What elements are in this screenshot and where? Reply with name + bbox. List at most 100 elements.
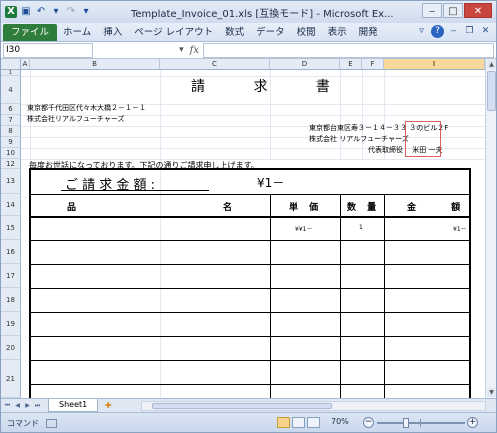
scroll-down-icon[interactable]: ▼ [487,388,496,397]
fx-icon[interactable]: fx [190,45,199,56]
tab-developer[interactable]: 開発 [353,24,384,41]
help-icon[interactable]: ? [431,25,444,38]
table-row-divider [29,336,471,337]
zoom-slider[interactable] [377,422,465,424]
column-header-b[interactable]: B [30,59,160,70]
normal-view-button[interactable] [277,417,290,428]
row-header[interactable]: 14 [1,194,21,216]
zoom-in-button[interactable]: + [467,417,478,428]
tab-data[interactable]: データ [250,24,291,41]
tab-home[interactable]: ホーム [57,24,97,41]
tab-formulas[interactable]: 数式 [219,24,250,41]
table-row-divider [29,384,471,385]
customer-name: 株式会社リアルフューチャーズ [27,115,125,123]
ribbon-tabs: ファイル ホーム 挿入 ページ レイアウト 数式 データ 校閲 表示 開発 ▿ … [1,23,496,42]
tab-review[interactable]: 校閲 [291,24,322,41]
row-header[interactable]: 17 [1,264,21,288]
sheet-area[interactable]: 請 求 書 東京都千代田区代々木大橋２－１－１ 株式会社リアルフューチャーズ 東… [21,70,485,398]
customize-icon[interactable]: ▾ [80,6,92,18]
table-row-divider [29,288,471,289]
row-header[interactable]: 16 [1,240,21,264]
maximize-button[interactable]: □ [443,3,463,18]
redo-icon[interactable]: ↷ [65,6,77,18]
spreadsheet-grid[interactable]: A B C D E F G H I 1 4 6 7 8 9 10 12 13 1… [1,59,496,398]
row-header[interactable]: 4 [1,76,21,104]
prev-sheet-icon[interactable]: ◀ [13,401,22,410]
namebox-dropdown-icon[interactable]: ▾ [179,45,184,55]
zoom-level[interactable]: 70% [331,417,349,426]
row-header[interactable]: 18 [1,288,21,312]
column-header-c[interactable]: C [160,59,270,70]
select-all-corner[interactable] [1,59,21,70]
line1-unit-price: ¥¥1－ [295,226,313,233]
next-sheet-icon[interactable]: ▶ [23,401,32,410]
window-min-icon[interactable]: ‒ [447,25,460,38]
row-header[interactable]: 19 [1,312,21,336]
line1-amount: ¥1－ [453,226,467,233]
sheet-tab-sheet1[interactable]: Sheet1 [48,399,99,412]
sender-name: 株式会社 リアルフューチャーズ [309,135,409,143]
table-divider [29,194,471,195]
vertical-scroll-thumb[interactable] [487,71,496,111]
row-header[interactable]: 6 [1,104,21,115]
insert-sheet-icon[interactable]: ✚ [101,400,115,411]
quick-access-toolbar: X ▣ ↶ ▾ ↷ ▾ [5,5,92,19]
header-quantity: 数 量 [347,203,381,213]
invoice-title: 請 求 書 [191,79,352,95]
column-header-d[interactable]: D [270,59,340,70]
window-title: Template_Invoice_01.xls [互換モード] - Micros… [131,9,394,20]
minimize-button[interactable]: ‒ [422,3,442,18]
horizontal-scrollbar[interactable] [141,401,486,411]
formula-input[interactable] [203,42,494,58]
table-col-divider [270,194,271,398]
column-header-e[interactable]: E [340,59,362,70]
page-break-view-button[interactable] [307,417,320,428]
row-header[interactable]: 21 [1,360,21,398]
window-restore-icon[interactable]: ❐ [463,25,476,38]
column-header-i[interactable]: I [384,59,485,70]
ribbon-collapse-icon[interactable]: ▿ [415,25,428,38]
view-buttons [277,417,320,428]
column-header-a[interactable]: A [21,59,30,70]
status-left: コマンド [7,418,57,429]
zoom-out-button[interactable]: − [363,417,374,428]
invoice-table-border [29,168,471,398]
excel-logo-icon[interactable]: X [5,6,17,18]
last-sheet-icon[interactable]: ⏭ [33,401,42,410]
close-button[interactable]: ✕ [464,3,492,18]
scroll-up-icon[interactable]: ▲ [487,60,496,69]
excel-window: X ▣ ↶ ▾ ↷ ▾ Template_Invoice_01.xls [互換モ… [0,0,497,433]
row-header[interactable]: 10 [1,148,21,159]
formula-bar: I30 ▾ fx [1,42,496,59]
row-header[interactable]: 8 [1,126,21,137]
row-header[interactable]: 7 [1,115,21,126]
dropdown-icon[interactable]: ▾ [50,6,62,18]
row-header[interactable]: 13 [1,169,21,194]
tab-view[interactable]: 表示 [322,24,353,41]
amount-value: ¥1－ [257,176,285,190]
tab-page-layout[interactable]: ページ レイアウト [128,24,219,41]
horizontal-scroll-thumb[interactable] [152,403,332,409]
row-header[interactable]: 9 [1,137,21,148]
zoom-slider-thumb[interactable] [403,418,409,428]
row-header[interactable]: 12 [1,159,21,169]
tab-file[interactable]: ファイル [3,23,58,41]
amount-underline [61,190,209,191]
vertical-scrollbar[interactable]: ▲ ▼ [485,59,496,398]
window-close-icon[interactable]: ✕ [479,25,492,38]
row-header[interactable]: 15 [1,216,21,240]
first-sheet-icon[interactable]: ⏮ [3,401,12,410]
status-bar: コマンド 70% − + [1,412,496,432]
save-icon[interactable]: ▣ [20,6,32,18]
undo-icon[interactable]: ↶ [35,6,47,18]
name-box[interactable]: I30 [3,42,93,58]
tab-insert[interactable]: 挿入 [97,24,128,41]
zoom-100-tick [420,419,421,427]
sheet-tabs-bar: ⏮ ◀ ▶ ⏭ Sheet1 ✚ [1,398,496,412]
row-header[interactable]: 20 [1,336,21,360]
header-item: 品 [67,203,81,213]
column-header-f[interactable]: F [362,59,384,70]
status-mode: コマンド [7,419,39,428]
page-layout-view-button[interactable] [292,417,305,428]
macro-record-icon[interactable] [45,419,57,428]
